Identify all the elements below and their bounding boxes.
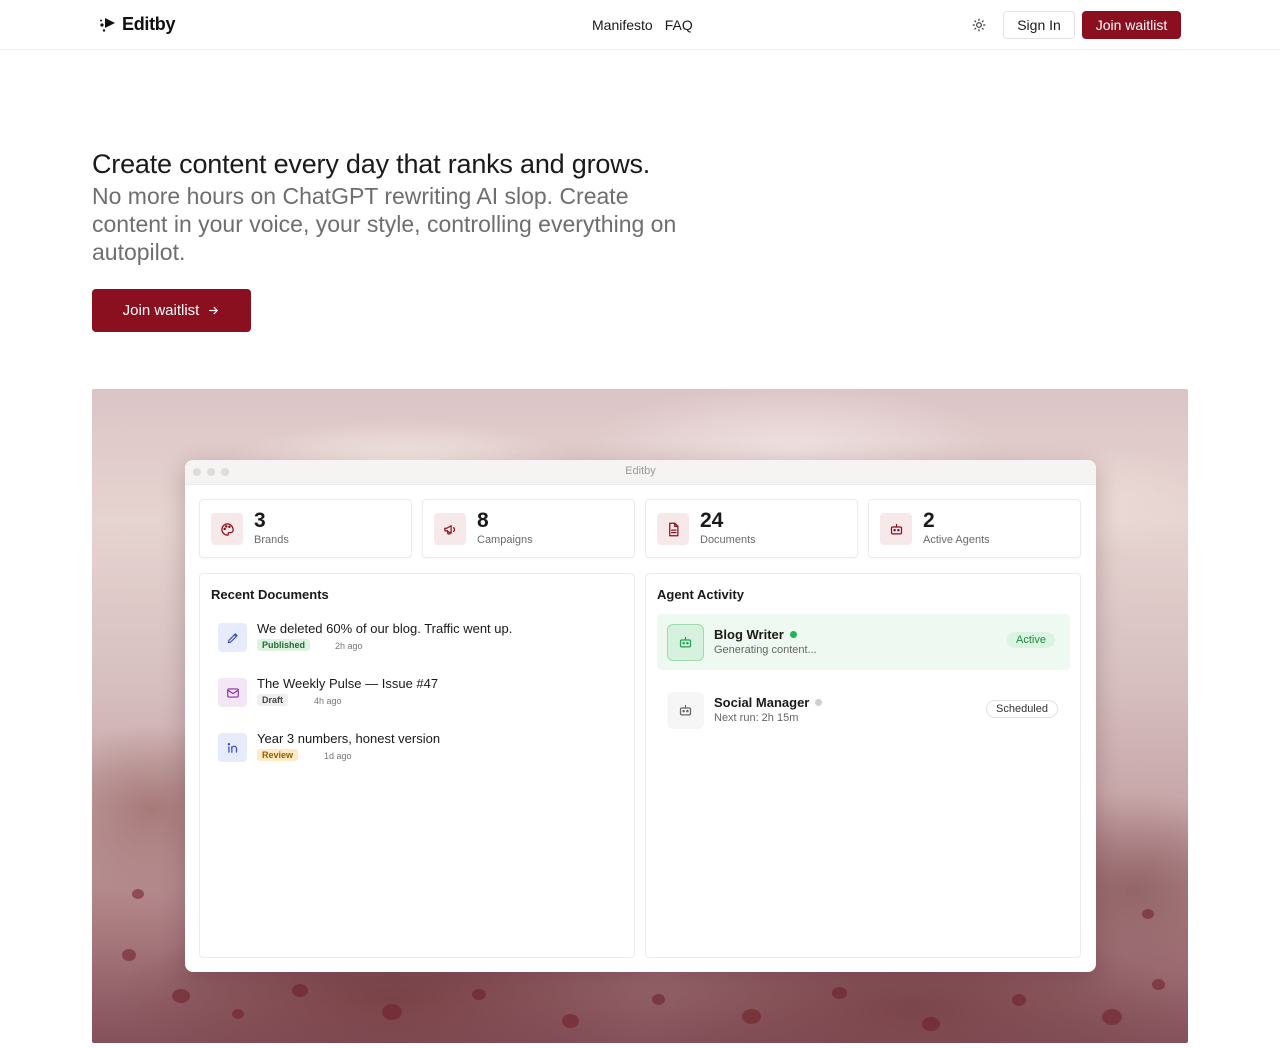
logo-icon <box>100 17 115 32</box>
nav-links: Manifesto FAQ <box>592 17 693 33</box>
join-waitlist-hero-button[interactable]: Join waitlist <box>92 289 251 332</box>
stat-value: 3 <box>254 509 266 532</box>
megaphone-icon <box>434 513 466 545</box>
recent-documents-panel: Recent Documents We deleted 60% of our b… <box>199 573 635 958</box>
agent-activity-panel: Agent Activity Blog Writer Generating co… <box>645 573 1081 958</box>
status-badge: Published <box>257 639 311 651</box>
recent-documents-title: Recent Documents <box>211 587 329 602</box>
sign-in-button[interactable]: Sign In <box>1003 11 1075 39</box>
pen-icon <box>218 623 247 652</box>
agent-detail: Next run: 2h 15m <box>714 712 799 724</box>
bot-icon <box>880 513 912 545</box>
window-title: Editby <box>625 465 656 477</box>
agent-name-row: Social Manager <box>714 695 823 710</box>
join-waitlist-nav-button[interactable]: Join waitlist <box>1082 11 1181 39</box>
hero-subtitle: No more hours on ChatGPT rewriting AI sl… <box>92 183 677 265</box>
status-dot-idle <box>815 699 823 706</box>
status-badge: Review <box>257 749 299 761</box>
stat-value: 2 <box>923 509 935 532</box>
agent-status-badge: Active <box>1007 632 1055 648</box>
hero-cta-label: Join waitlist <box>122 302 200 319</box>
sun-icon <box>972 18 986 32</box>
document-time: 2h ago <box>335 641 363 651</box>
window-titlebar: Editby <box>185 460 1096 485</box>
brand-logo[interactable]: Editby <box>98 14 176 35</box>
document-list-item[interactable]: Year 3 numbers, honest version Review 1d… <box>218 731 618 765</box>
brand-name: Editby <box>122 14 176 34</box>
stat-card-active-agents[interactable]: 2 Active Agents <box>868 499 1081 558</box>
arrow-right-icon <box>209 306 219 315</box>
stat-label: Documents <box>700 534 756 546</box>
top-nav: Editby Manifesto FAQ Sign In Join waitli… <box>0 0 1280 50</box>
agent-name: Blog Writer <box>714 627 784 642</box>
hero-title: Create content every day that ranks and … <box>92 149 651 179</box>
stat-label: Brands <box>254 534 289 546</box>
agent-status-badge: Scheduled <box>986 700 1058 718</box>
stat-value: 24 <box>700 509 724 532</box>
document-list-item[interactable]: The Weekly Pulse — Issue #47 Draft 4h ag… <box>218 676 618 710</box>
app-preview-window: Editby 3 Brands 8 Campaigns 24 Documents <box>185 460 1096 972</box>
agent-row-social-manager[interactable]: Social Manager Next run: 2h 15m Schedule… <box>657 682 1070 738</box>
stat-card-brands[interactable]: 3 Brands <box>199 499 412 558</box>
palette-icon <box>211 513 243 545</box>
nav-link-manifesto[interactable]: Manifesto <box>592 17 653 33</box>
linkedin-icon <box>218 733 247 762</box>
stat-label: Campaigns <box>477 534 533 546</box>
agent-name-row: Blog Writer <box>714 627 797 642</box>
agent-detail: Generating content... <box>714 644 817 656</box>
stat-value: 8 <box>477 509 489 532</box>
document-time: 4h ago <box>314 696 342 706</box>
stat-card-campaigns[interactable]: 8 Campaigns <box>422 499 635 558</box>
agent-row-blog-writer[interactable]: Blog Writer Generating content... Active <box>657 614 1070 670</box>
document-title: Year 3 numbers, honest version <box>257 731 441 746</box>
status-badge: Draft <box>257 694 289 706</box>
mail-icon <box>218 678 247 707</box>
document-title: We deleted 60% of our blog. Traffic went… <box>257 621 513 636</box>
agent-activity-title: Agent Activity <box>657 587 744 602</box>
status-dot-active <box>789 631 797 638</box>
nav-link-faq[interactable]: FAQ <box>665 17 693 33</box>
bot-icon <box>667 692 704 729</box>
document-list-item[interactable]: We deleted 60% of our blog. Traffic went… <box>218 621 618 655</box>
bot-icon <box>667 624 704 661</box>
theme-toggle-button[interactable] <box>968 14 990 36</box>
stat-card-documents[interactable]: 24 Documents <box>645 499 858 558</box>
stat-label: Active Agents <box>923 534 990 546</box>
document-title: The Weekly Pulse — Issue #47 <box>257 676 439 691</box>
document-icon <box>657 513 689 545</box>
document-time: 1d ago <box>324 751 352 761</box>
agent-name: Social Manager <box>714 695 810 710</box>
